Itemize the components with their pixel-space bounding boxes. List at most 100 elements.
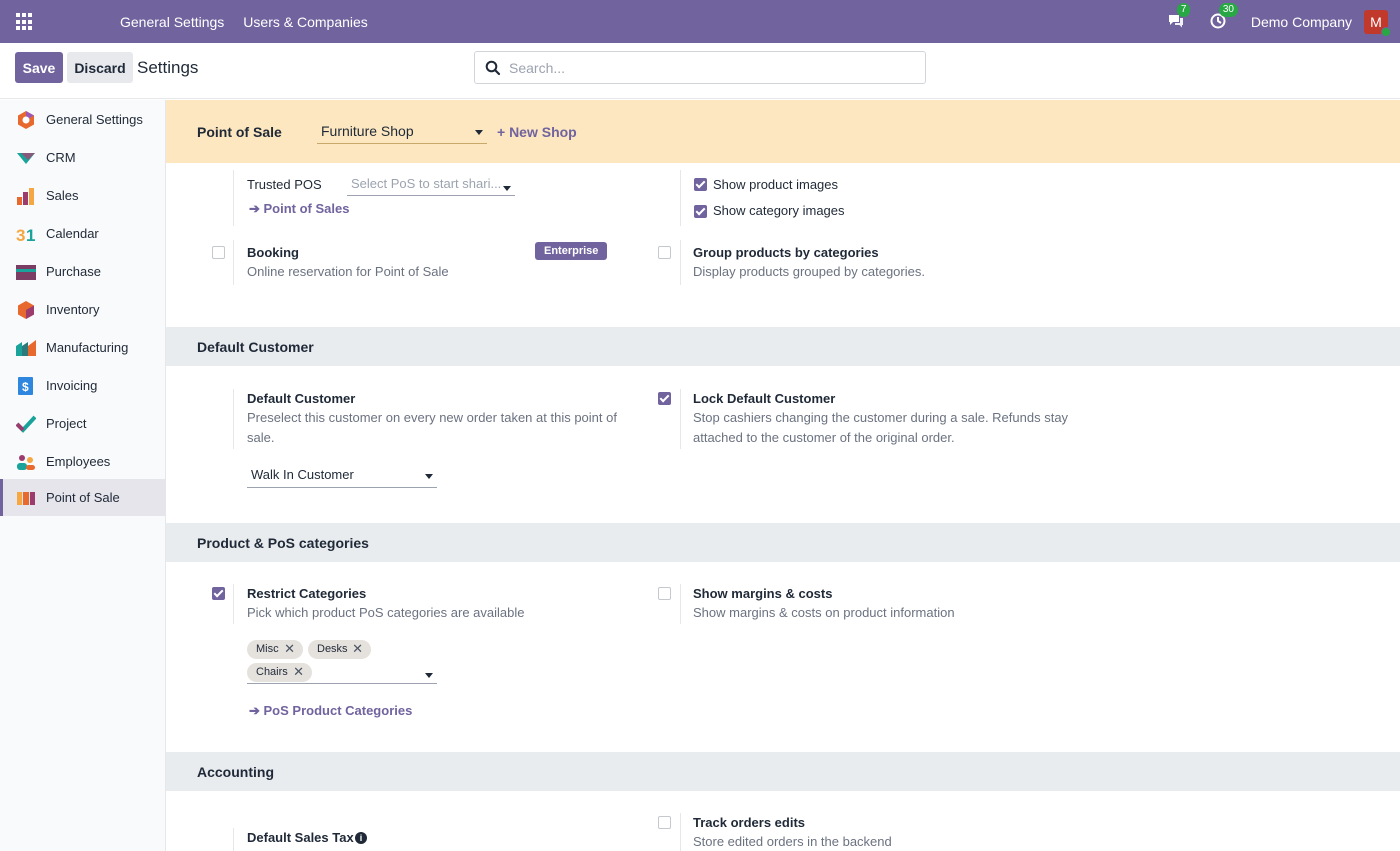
project-icon: [16, 415, 36, 433]
chevron-down-icon: [475, 130, 483, 135]
chevron-down-icon: [503, 186, 511, 191]
close-icon[interactable]: ✕: [352, 641, 363, 657]
track-orders-edits-checkbox[interactable]: [658, 816, 671, 829]
lock-default-customer-checkbox[interactable]: [658, 392, 671, 405]
booking-checkbox[interactable]: [212, 246, 225, 259]
general-settings-icon: [18, 111, 34, 129]
sidebar-item-label: Point of Sale: [46, 490, 120, 505]
messages-button[interactable]: 7: [1167, 2, 1191, 32]
show-margins-title: Show margins & costs: [693, 586, 833, 601]
divider: [233, 828, 234, 851]
divider: [680, 389, 681, 449]
new-shop-button[interactable]: + New Shop: [497, 124, 577, 140]
sidebar-item-label: Sales: [46, 188, 79, 203]
tag-label: Misc: [256, 643, 279, 655]
sidebar-item-label: Manufacturing: [46, 340, 129, 355]
section-header-categories: Product & PoS categories: [166, 523, 1400, 562]
pos-shop-label: Point of Sale: [197, 124, 282, 140]
group-products-desc: Display products grouped by categories.: [693, 264, 925, 279]
shop-select[interactable]: Furniture Shop: [317, 120, 487, 144]
show-product-images-checkbox[interactable]: [694, 178, 707, 191]
sidebar-item-label: CRM: [46, 150, 76, 165]
tag-misc: Misc ✕: [247, 640, 303, 659]
sidebar-item-project[interactable]: Project: [0, 405, 166, 442]
nav-users-companies[interactable]: Users & Companies: [243, 14, 368, 30]
top-navbar: General Settings Users & Companies 7 30 …: [0, 0, 1400, 43]
save-button[interactable]: Save: [15, 52, 63, 83]
svg-text:3: 3: [16, 226, 25, 244]
trusted-pos-select[interactable]: Select PoS to start shari...: [347, 176, 515, 196]
divider: [680, 170, 681, 226]
default-customer-select[interactable]: Walk In Customer: [247, 467, 437, 488]
divider: [233, 389, 234, 449]
activities-button[interactable]: 30: [1209, 2, 1238, 32]
divider: [680, 584, 681, 624]
restrict-categories-checkbox[interactable]: [212, 587, 225, 600]
show-category-images-checkbox[interactable]: [694, 205, 707, 218]
avatar-letter: M: [1370, 13, 1382, 30]
track-orders-edits-title: Track orders edits: [693, 815, 805, 830]
sidebar-item-label: Calendar: [46, 226, 99, 241]
lock-default-customer-desc: Stop cashiers changing the customer duri…: [693, 410, 1069, 445]
sidebar-item-calendar[interactable]: 3 1 Calendar: [0, 215, 166, 252]
arrow-right-icon: ➔: [249, 201, 264, 216]
restrict-categories-desc: Pick which product PoS categories are av…: [247, 605, 525, 620]
crm-icon: [17, 153, 35, 164]
pos-product-categories-link-text: PoS Product Categories: [263, 703, 413, 718]
show-product-images-label: Show product images: [713, 177, 839, 192]
online-status-indicator: [1381, 26, 1391, 37]
sidebar-item-label: Inventory: [46, 302, 100, 317]
shop-select-value: Furniture Shop: [321, 123, 414, 139]
categories-tag-field[interactable]: Misc ✕ Desks ✕ Chairs ✕: [247, 637, 437, 684]
sidebar-item-label: Project: [46, 416, 87, 431]
default-customer-desc: Preselect this customer on every new ord…: [247, 410, 617, 445]
apps-menu-icon[interactable]: [16, 13, 34, 31]
chevron-down-icon: [425, 673, 433, 678]
user-avatar[interactable]: M: [1364, 9, 1391, 37]
restrict-categories-title: Restrict Categories: [247, 586, 367, 601]
invoicing-icon: $: [18, 377, 33, 395]
divider: [233, 240, 234, 285]
tag-desks: Desks ✕: [308, 640, 371, 659]
group-products-title: Group products by categories: [693, 245, 879, 260]
search-box: [474, 51, 926, 84]
default-sales-tax-title: Default Sales Tax: [247, 830, 354, 845]
tag-label: Chairs: [256, 666, 288, 678]
arrow-right-icon: ➔: [249, 703, 264, 718]
sidebar-item-general-settings[interactable]: General Settings: [0, 101, 166, 138]
manufacturing-icon: [16, 340, 36, 356]
sidebar-item-label: Invoicing: [46, 378, 98, 393]
booking-desc: Online reservation for Point of Sale: [247, 264, 449, 279]
chevron-down-icon: [425, 474, 433, 479]
sidebar-item-employees[interactable]: Employees: [0, 443, 166, 480]
sidebar-item-crm[interactable]: CRM: [0, 139, 166, 176]
enterprise-badge[interactable]: Enterprise: [535, 242, 608, 260]
close-icon[interactable]: ✕: [293, 664, 304, 680]
sidebar-item-label: Purchase: [46, 264, 101, 279]
page-title: Settings: [137, 58, 199, 77]
sidebar-item-point-of-sale[interactable]: Point of Sale: [0, 479, 166, 516]
close-icon[interactable]: ✕: [284, 641, 295, 657]
group-products-checkbox[interactable]: [658, 246, 671, 259]
point-of-sale-icon: [17, 492, 35, 505]
sidebar-item-invoicing[interactable]: $ Invoicing: [0, 367, 166, 404]
company-switcher[interactable]: Demo Company: [1251, 14, 1352, 30]
sidebar-item-inventory[interactable]: Inventory: [0, 291, 166, 328]
nav-systray: 7 30 Demo Company M: [1167, 0, 1400, 43]
search-icon: [485, 60, 501, 76]
sidebar-item-label: General Settings: [46, 112, 143, 127]
info-icon[interactable]: i: [355, 832, 367, 844]
nav-general-settings[interactable]: General Settings: [120, 14, 224, 30]
activities-count-badge: 30: [1218, 2, 1238, 17]
sidebar-item-sales[interactable]: Sales: [0, 177, 166, 214]
show-category-images-label: Show category images: [713, 203, 845, 218]
search-input[interactable]: [509, 58, 909, 78]
sidebar-item-manufacturing[interactable]: Manufacturing: [0, 329, 166, 366]
track-orders-edits-desc: Store edited orders in the backend: [693, 834, 892, 849]
point-of-sales-link[interactable]: ➔ Point of Sales: [249, 201, 349, 217]
svg-text:$: $: [22, 380, 29, 394]
discard-button[interactable]: Discard: [67, 52, 133, 83]
pos-product-categories-link[interactable]: ➔ PoS Product Categories: [249, 703, 412, 719]
show-margins-checkbox[interactable]: [658, 587, 671, 600]
sidebar-item-purchase[interactable]: Purchase: [0, 253, 166, 290]
